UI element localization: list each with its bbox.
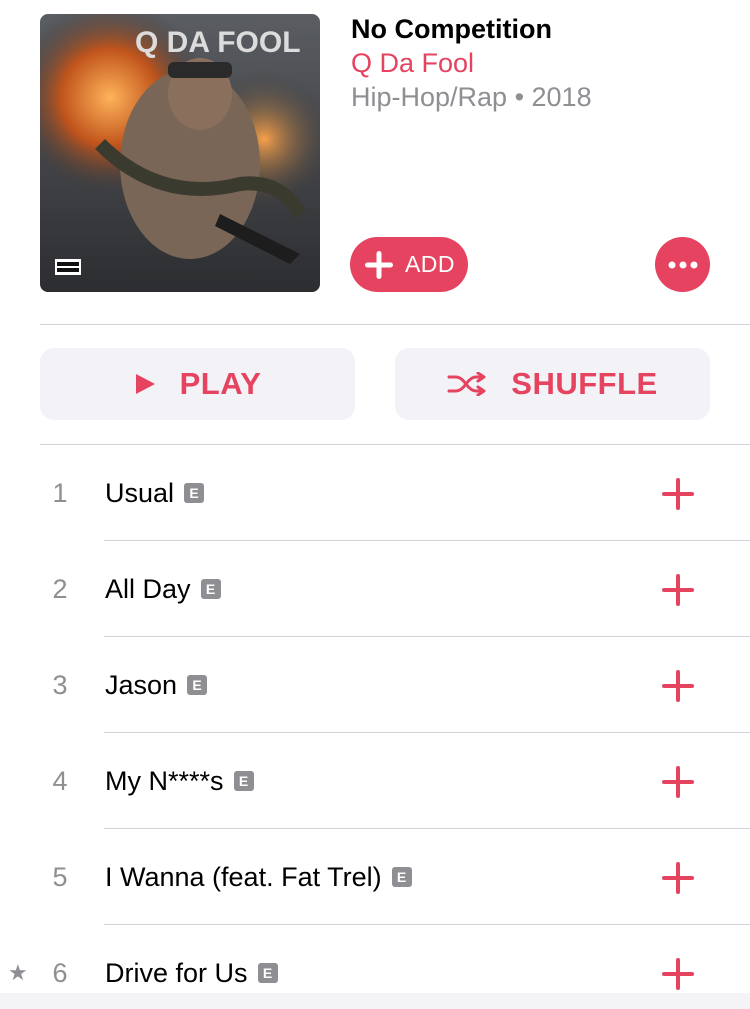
track-title-group: All Day E — [105, 541, 221, 637]
explicit-badge: E — [233, 771, 254, 791]
add-track-plus-icon[interactable] — [660, 668, 696, 704]
add-track-plus-icon[interactable] — [660, 956, 696, 992]
track-title-group: Jason E — [105, 637, 208, 733]
track-number: 1 — [52, 477, 68, 508]
track-row-2[interactable]: 2 All Day E — [0, 541, 750, 637]
album-artwork-text: Q DA FOOL — [135, 26, 301, 59]
track-title-group: Usual E — [105, 445, 205, 541]
track-title: Drive for Us — [105, 957, 248, 988]
explicit-badge: E — [391, 867, 412, 887]
play-button-label: PLAY — [179, 366, 262, 401]
add-track-plus-icon[interactable] — [660, 572, 696, 608]
more-options-button[interactable] — [655, 237, 710, 292]
ellipsis-icon — [668, 261, 697, 268]
track-number: 2 — [52, 573, 68, 604]
track-title: My N****s — [105, 765, 224, 796]
explicit-badge: E — [200, 579, 221, 599]
track-list: 1 Usual E 2 All Day E 3 Jason E 4 My N**… — [0, 445, 750, 1009]
shuffle-button-label: SHUFFLE — [511, 366, 658, 401]
track-title: I Wanna (feat. Fat Trel) — [105, 861, 382, 892]
add-track-plus-icon[interactable] — [660, 764, 696, 800]
track-number: 3 — [52, 669, 68, 700]
explicit-badge: E — [257, 963, 278, 983]
add-album-button[interactable]: ADD — [350, 237, 468, 292]
album-page: Q DA FOOL No Competition Q Da Fool Hip-H… — [0, 0, 750, 1009]
track-row-5[interactable]: 5 I Wanna (feat. Fat Trel) E — [0, 829, 750, 925]
explicit-badge: E — [184, 483, 205, 503]
track-title-group: My N****s E — [105, 733, 254, 829]
bottom-bar-edge — [0, 993, 750, 1009]
album-artwork-image: Q DA FOOL — [40, 14, 320, 292]
track-title: All Day — [105, 573, 191, 604]
play-icon — [135, 374, 155, 394]
album-artist-link[interactable]: Q Da Fool — [351, 48, 474, 79]
album-genre-year: Hip-Hop/Rap • 2018 — [351, 82, 592, 112]
track-title-group: I Wanna (feat. Fat Trel) E — [105, 829, 412, 925]
header-divider — [40, 324, 750, 325]
track-title: Usual — [105, 477, 175, 508]
track-row-1[interactable]: 1 Usual E — [0, 445, 750, 541]
album-artwork[interactable]: Q DA FOOL — [40, 14, 320, 292]
track-title: Jason — [105, 669, 178, 700]
shuffle-icon — [447, 372, 486, 396]
track-number: 4 — [52, 765, 68, 796]
album-title: No Competition — [351, 14, 552, 44]
track-row-3[interactable]: 3 Jason E — [0, 637, 750, 733]
track-row-4[interactable]: 4 My N****s E — [0, 733, 750, 829]
shuffle-button[interactable]: SHUFFLE — [395, 348, 710, 420]
play-button[interactable]: PLAY — [40, 348, 355, 420]
add-button-label: ADD — [404, 251, 456, 277]
add-track-plus-icon[interactable] — [660, 476, 696, 512]
track-number: 5 — [52, 861, 68, 892]
add-track-plus-icon[interactable] — [660, 860, 696, 896]
plus-icon — [364, 250, 393, 279]
explicit-badge: E — [187, 675, 208, 695]
